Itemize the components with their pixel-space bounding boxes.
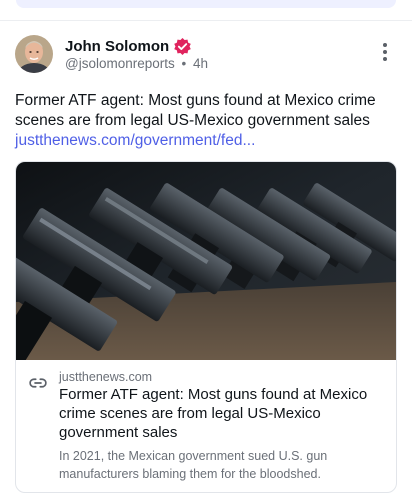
link-icon (29, 374, 47, 392)
author-row: John Solomon (65, 37, 192, 56)
link-preview-card[interactable]: justthenews.com Former ATF agent: Most g… (15, 161, 397, 493)
more-vertical-icon[interactable] (378, 43, 392, 63)
card-domain: justthenews.com (59, 370, 153, 384)
post-time[interactable]: 4h (193, 56, 208, 71)
card-title[interactable]: Former ATF agent: Most guns found at Mex… (59, 385, 379, 442)
previous-post-edge (0, 0, 412, 20)
avatar[interactable] (15, 35, 53, 73)
verified-badge-icon (173, 37, 192, 56)
post-link[interactable]: justthenews.com/government/fed... (15, 132, 255, 149)
card-meta: justthenews.com Former ATF agent: Most g… (16, 360, 396, 492)
author-handle[interactable]: @jsolomonreports (65, 56, 175, 71)
card-description: In 2021, the Mexican government sued U.S… (59, 449, 328, 481)
author-name[interactable]: John Solomon (65, 38, 169, 55)
post-body: Former ATF agent: Most guns found at Mex… (15, 92, 376, 129)
card-image[interactable] (16, 162, 396, 360)
previous-post-footer (16, 0, 396, 8)
post[interactable]: John Solomon @jsolomonreports • 4h Forme… (0, 21, 412, 500)
handle-row: @jsolomonreports • 4h (65, 56, 208, 71)
post-text: Former ATF agent: Most guns found at Mex… (15, 91, 400, 151)
separator-dot: • (181, 56, 187, 71)
